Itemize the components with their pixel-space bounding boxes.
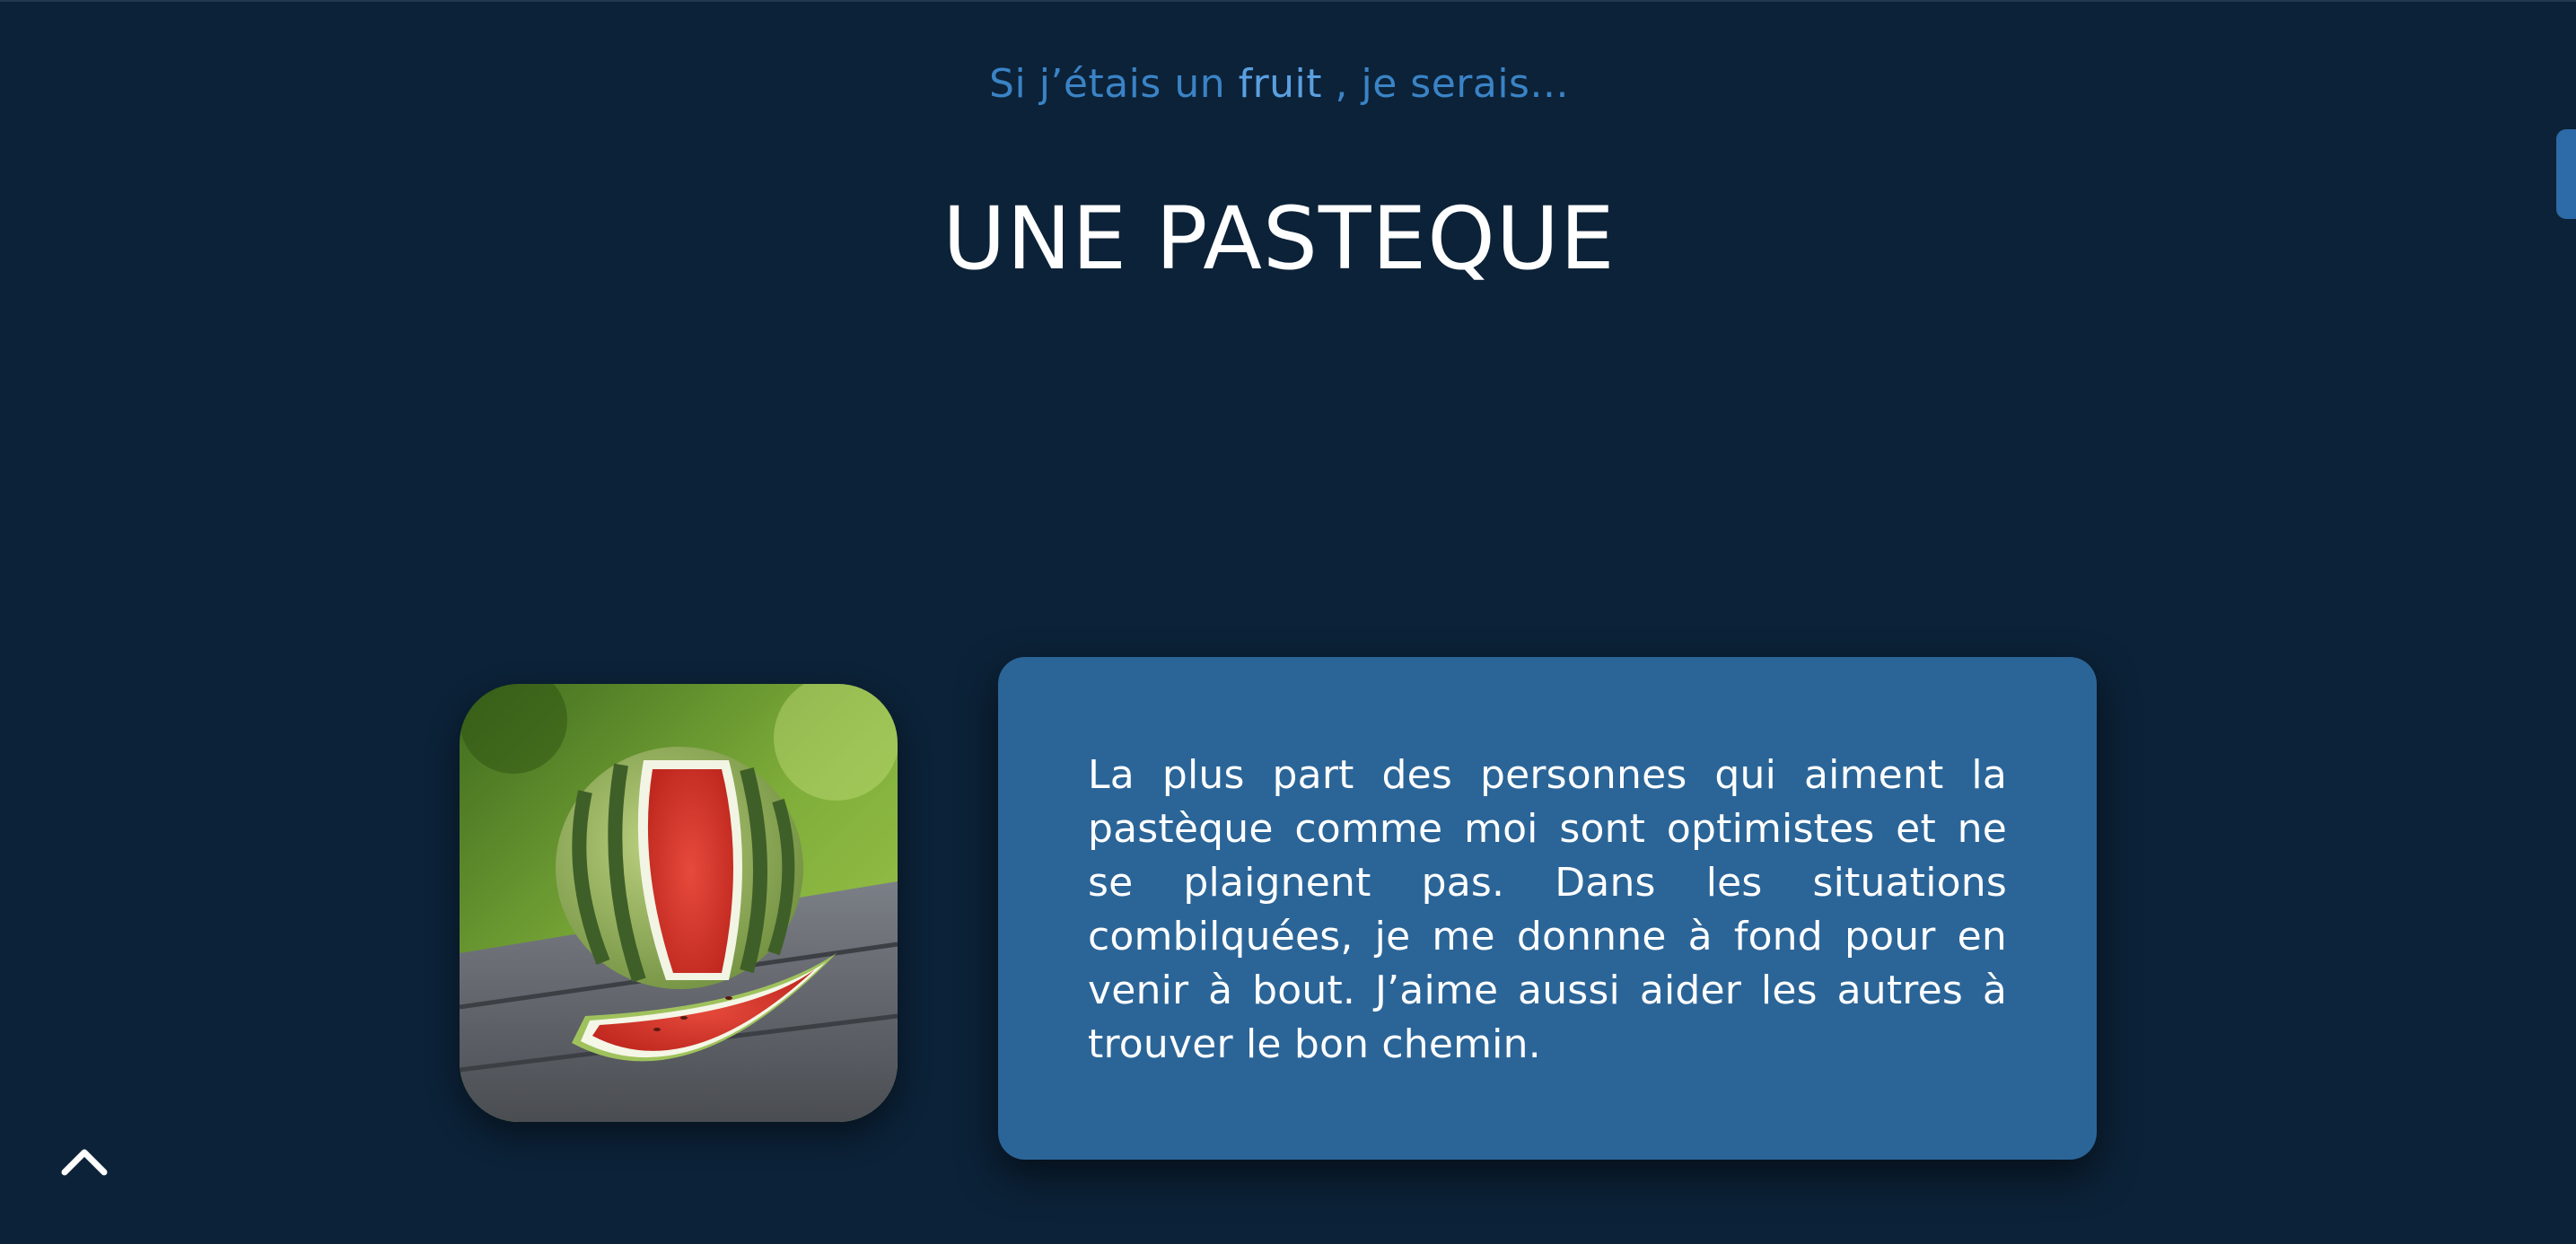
description-text: La plus part des personnes qui aiment la…	[1088, 752, 2007, 1067]
watermelon-image	[460, 684, 898, 1122]
subtitle-highlight: fruit	[1238, 61, 1323, 107]
page: Si j’étais un fruit , je serais... UNE P…	[0, 0, 2576, 1244]
scrollbar-thumb[interactable]	[2556, 129, 2576, 219]
subtitle-prefix: Si j’étais un	[989, 61, 1239, 107]
chevron-up-icon	[61, 1149, 108, 1176]
page-title: UNE PASTEQUE	[942, 188, 1616, 289]
back-to-top-button[interactable]	[59, 1143, 110, 1179]
page-subtitle: Si j’étais un fruit , je serais...	[0, 61, 2558, 107]
subtitle-suffix: , je serais...	[1322, 61, 1569, 107]
description-card: La plus part des personnes qui aiment la…	[998, 657, 2097, 1160]
